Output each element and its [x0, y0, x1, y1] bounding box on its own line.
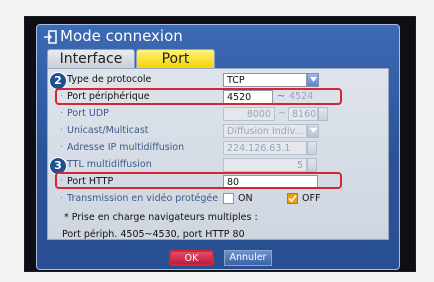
browser-note-line2: Port périph. 4505~4530, port HTTP 80 [62, 229, 245, 240]
connection-mode-dialog: Mode connexion Interface Port ·Type de p… [36, 24, 400, 270]
protected-video-on-label: ON [238, 193, 253, 204]
ttl-label: ·TTL multidiffusion [60, 159, 152, 170]
chevron-down-icon [310, 77, 317, 82]
protected-video-row: · Transmission en vidéo protégée ON OFF [48, 190, 388, 207]
protected-video-label: · Transmission en vidéo protégée [60, 193, 219, 204]
unicast-select[interactable]: Diffusion Indiv... [223, 124, 307, 138]
multicast-ip-spinner[interactable] [307, 141, 317, 155]
http-port-highlight [55, 172, 342, 189]
dialog-title: Mode connexion [60, 27, 183, 45]
unicast-row: · Unicast/Multicast Diffusion Indiv... [48, 122, 388, 139]
protected-video-off-checkbox[interactable] [287, 193, 298, 204]
udp-port-row: · Port UDP 8000 ~ 8160 [48, 105, 388, 122]
multicast-ip-label: · Adresse IP multidiffusion [60, 142, 185, 153]
udp-range-separator: ~ [278, 108, 287, 119]
checkmark-icon [288, 194, 297, 203]
protocol-dropdown-button[interactable] [307, 73, 319, 87]
login-icon [43, 29, 57, 44]
browser-note-line1: * Prise en charge navigateurs multiples … [64, 212, 258, 223]
protocol-select[interactable]: TCP [223, 73, 307, 87]
ttl-input[interactable]: 5 [223, 158, 307, 172]
ok-button[interactable]: OK [169, 250, 214, 266]
ttl-row: ·TTL multidiffusion 5 [48, 156, 388, 173]
chevron-down-icon [310, 128, 317, 133]
tab-port[interactable]: Port [136, 49, 215, 68]
udp-port-end[interactable]: 8160 [288, 107, 318, 121]
udp-port-input[interactable]: 8000 [223, 107, 275, 121]
protected-video-off-label: OFF [302, 193, 321, 204]
udp-port-spinner[interactable] [318, 107, 328, 121]
udp-port-label: · Port UDP [60, 108, 109, 119]
protocol-row: ·Type de protocole TCP [48, 71, 388, 88]
multicast-ip-input[interactable]: 224.126.63.1 [223, 141, 307, 155]
ttl-spinner[interactable] [307, 158, 317, 172]
tab-interface[interactable]: Interface [47, 49, 135, 68]
unicast-dropdown-button[interactable] [307, 124, 319, 138]
protected-video-on-checkbox[interactable] [223, 193, 234, 204]
unicast-label: · Unicast/Multicast [60, 125, 149, 136]
cancel-button[interactable]: Annuler [224, 250, 272, 266]
multicast-ip-row: · Adresse IP multidiffusion 224.126.63.1 [48, 139, 388, 156]
device-port-highlight [55, 88, 342, 105]
protocol-label: ·Type de protocole [60, 74, 152, 85]
